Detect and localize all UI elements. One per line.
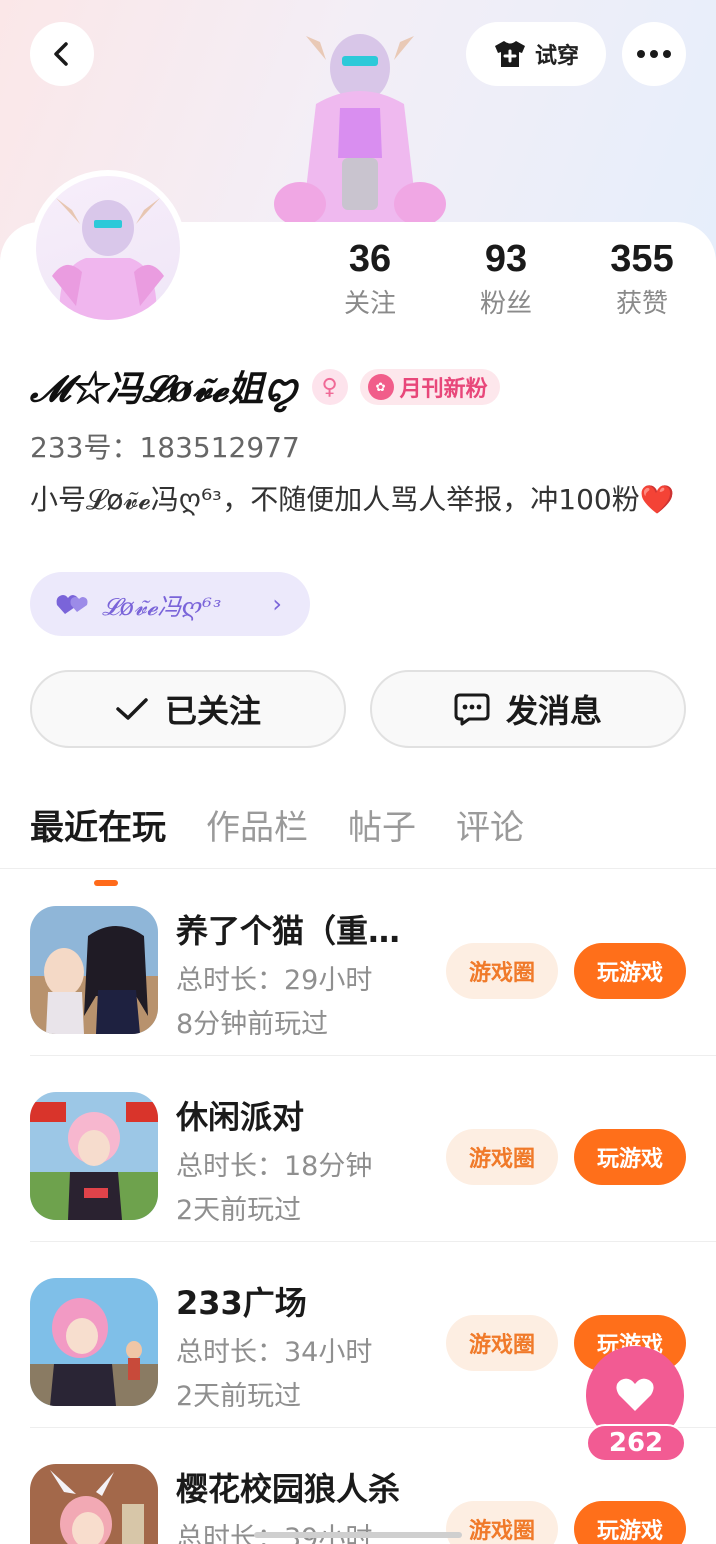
stat-following[interactable]: 36 关注: [300, 238, 440, 320]
game-title: 养了个猫（重…: [176, 912, 401, 950]
double-heart-icon: [56, 595, 88, 614]
game-circle-button[interactable]: 游戏圈: [446, 1129, 558, 1185]
back-button[interactable]: [30, 22, 94, 86]
try-on-button[interactable]: 试穿: [466, 22, 606, 86]
tab-recently-played[interactable]: 最近在玩: [30, 800, 166, 886]
tab-comments[interactable]: 评论: [456, 800, 524, 860]
game-duration: 总时长：29小时: [176, 965, 373, 996]
monthly-badge-label: 月刊新粉: [399, 377, 488, 402]
nickname-row: 𝓜☆冯𝓛ø𝓿̃𝓮姐ꨄ ♀ ✿ 月刊新粉: [30, 364, 500, 410]
game-icon[interactable]: [30, 1464, 158, 1544]
stat-likes-value: 355: [610, 238, 674, 280]
follow-button-label: 已关注: [164, 692, 261, 730]
game-title: 休闲派对: [176, 1098, 305, 1136]
play-game-button[interactable]: 玩游戏: [574, 1129, 686, 1185]
home-indicator[interactable]: [254, 1532, 462, 1538]
stat-followers[interactable]: 93 粉丝: [436, 238, 576, 320]
chat-bubble-icon: [454, 693, 490, 726]
back-arrow-icon: [54, 42, 68, 66]
avatar-image: [52, 198, 164, 320]
gender-female-icon: ♀: [311, 369, 348, 405]
play-game-button[interactable]: 玩游戏: [574, 943, 686, 999]
profile-avatar[interactable]: [30, 170, 186, 326]
badge-emblem-icon: ✿: [367, 374, 394, 400]
tab-works[interactable]: 作品栏: [206, 800, 308, 860]
game-duration: 总时长：18分钟: [176, 1151, 373, 1182]
more-dots-icon: [637, 50, 671, 58]
game-icon[interactable]: [30, 1278, 158, 1406]
follow-button[interactable]: 已关注: [30, 670, 346, 748]
stat-following-label: 关注: [343, 289, 396, 319]
profile-stats: 36 关注 93 粉丝 355 获赞: [300, 238, 716, 328]
like-button[interactable]: 262: [586, 1346, 686, 1464]
game-circle-button[interactable]: 游戏圈: [446, 943, 558, 999]
checkmark-icon: [116, 698, 148, 720]
monthly-new-fan-badge[interactable]: ✿ 月刊新粉: [359, 369, 500, 405]
game-duration: 总时长：39小时: [176, 1516, 372, 1544]
tabs-divider: [0, 868, 716, 869]
game-icon[interactable]: [30, 906, 158, 1034]
group-chip[interactable]: 𝓛ø𝓿̃𝓮冯ღ⁶ᶟ ›: [30, 572, 310, 636]
send-message-button[interactable]: 发消息: [370, 670, 686, 748]
game-title: 233广场: [176, 1284, 307, 1322]
stat-likes-label: 获赞: [615, 289, 668, 319]
stat-likes[interactable]: 355 获赞: [572, 238, 712, 320]
game-last-played: 2天前玩过: [176, 1381, 302, 1412]
send-message-label: 发消息: [505, 692, 602, 730]
stat-followers-value: 93: [484, 238, 528, 280]
heart-icon: [616, 1378, 654, 1411]
game-icon[interactable]: [30, 1092, 158, 1220]
more-button[interactable]: [622, 22, 686, 86]
stat-following-value: 36: [348, 238, 392, 280]
tab-posts[interactable]: 帖子: [348, 800, 416, 860]
game-circle-button[interactable]: 游戏圈: [446, 1315, 558, 1371]
game-last-played: 2天前玩过: [176, 1195, 302, 1226]
tshirt-plus-icon: [494, 41, 525, 67]
profile-tabs: 最近在玩 作品栏 帖子 评论: [30, 800, 524, 886]
game-row[interactable]: 养了个猫（重… 总时长：29小时 8分钟前玩过 游戏圈 玩游戏: [0, 870, 716, 1056]
like-count: 262: [586, 1424, 686, 1462]
bio-text: 小号𝓛ø𝓿̃𝓮冯ღ⁶ᶟ，不随便加人骂人举报，冲100粉❤️: [30, 483, 675, 516]
user-id: 233号：183512977: [30, 431, 300, 464]
nickname: 𝓜☆冯𝓛ø𝓿̃𝓮姐ꨄ: [30, 368, 298, 410]
avatar-character-image: [274, 34, 446, 224]
game-title: 樱花校园狼人杀: [176, 1470, 401, 1508]
game-row[interactable]: 休闲派对 总时长：18分钟 2天前玩过 游戏圈 玩游戏: [0, 1056, 716, 1242]
game-circle-button[interactable]: 游戏圈: [446, 1501, 558, 1544]
play-game-button[interactable]: 玩游戏: [574, 1501, 686, 1544]
game-last-played: 8分钟前玩过: [176, 1009, 329, 1040]
try-on-label: 试穿: [534, 44, 579, 69]
game-duration: 总时长：34小时: [176, 1337, 373, 1368]
group-chip-label: 𝓛ø𝓿̃𝓮冯ღ⁶ᶟ: [102, 592, 223, 621]
chevron-right-icon: ›: [272, 590, 282, 618]
stat-followers-label: 粉丝: [479, 289, 532, 319]
